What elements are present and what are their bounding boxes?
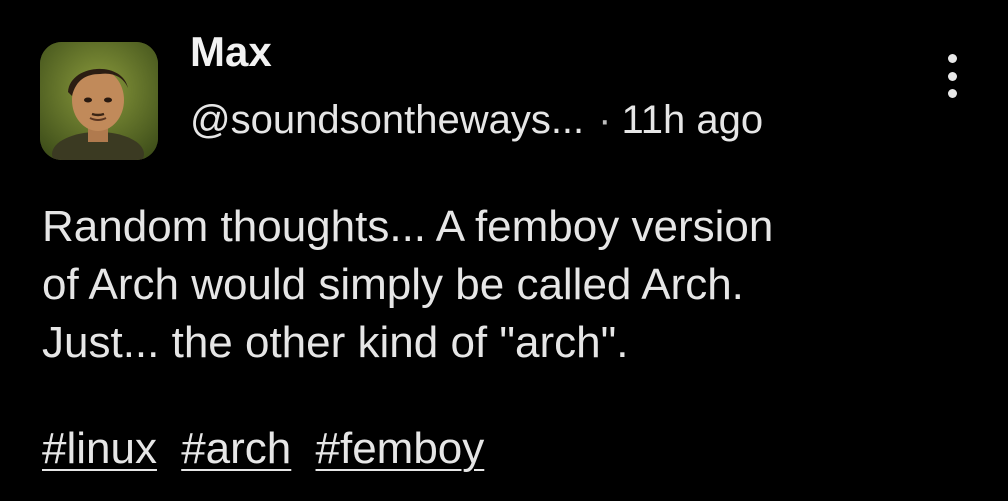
hashtag-link-femboy[interactable]: #femboy [316,424,485,473]
avatar[interactable] [40,42,158,160]
hashtag-link-linux[interactable]: #linux [42,424,157,473]
post-body-line: of Arch would simply be called Arch. [42,260,744,309]
post-card: Max @soundsontheways... · 11h ago Random t… [0,0,1008,501]
more-vertical-icon-dot [947,71,957,81]
avatar-photo [40,42,158,160]
more-vertical-icon-dot [947,54,957,63]
post-body-line: Just... the other kind of "arch". [42,318,629,367]
more-options-button[interactable] [934,54,970,98]
post-body: Random thoughts... A femboy version of A… [42,198,962,372]
meta-separator: · [598,98,612,142]
hashtag-list: #linux #arch #femboy [42,420,496,478]
author-handle[interactable]: @soundsontheways... [190,98,584,142]
post-timestamp: 11h ago [621,98,764,142]
author-name[interactable]: Max [190,28,272,76]
hashtag-link-arch[interactable]: #arch [181,424,291,473]
post-body-line: Random thoughts... A femboy version [42,202,774,251]
post-meta: @soundsontheways... · 11h ago [190,96,763,144]
more-vertical-icon-dot [947,89,957,98]
